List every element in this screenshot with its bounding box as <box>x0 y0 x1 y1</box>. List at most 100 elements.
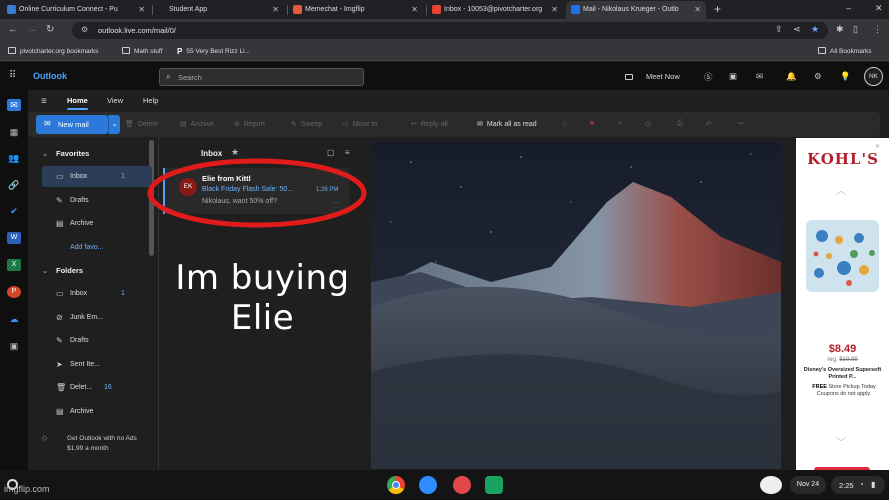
folder-item-drafts[interactable]: ✎ Drafts <box>42 190 152 211</box>
tab-close-icon[interactable]: ✕ <box>551 5 558 14</box>
new-mail-button[interactable]: ✉ New mail <box>36 115 108 134</box>
lightbulb-icon[interactable]: 💡 <box>840 71 851 82</box>
folder-item-deleted[interactable]: 🗑 Delet... 16 <box>42 377 152 398</box>
forward-icon[interactable]: → <box>27 24 37 35</box>
meet-now-button[interactable]: Meet Now <box>646 72 680 81</box>
hamburger-icon[interactable]: ≡ <box>41 96 47 107</box>
tab-view[interactable]: View <box>107 96 123 105</box>
teams-icon[interactable]: ▣ <box>729 71 737 82</box>
people-icon[interactable]: 👥 <box>7 152 21 164</box>
all-bookmarks[interactable]: All Bookmarks <box>818 47 872 55</box>
folder-item-junk[interactable]: ⊘ Junk Em... <box>42 307 152 328</box>
folder-item-sent[interactable]: ➤ Sent Ite... <box>42 354 152 375</box>
new-mail-dropdown-icon[interactable]: ⌄ <box>108 115 120 134</box>
more-apps-icon[interactable]: ▣ <box>7 340 21 352</box>
browser-tab-strip: Online Curriculum Connect - Pu ✕ Student… <box>0 0 889 19</box>
bell-icon[interactable]: 🔔 <box>786 71 797 82</box>
folder-item-drafts[interactable]: ✎ Drafts <box>42 330 152 351</box>
kohls-ad[interactable]: KOHL'S ✕ ︿ $8.49 reg. $19.99 Disney's Ov… <box>796 138 889 470</box>
browser-tab[interactable]: Inbox - 10053@pivotcharter.org ✕ <box>427 1 563 19</box>
skype-icon[interactable]: Ⓢ <box>704 71 713 83</box>
folder-item-archive[interactable]: ▤ Archive <box>42 401 152 422</box>
outlook-favicon-icon <box>571 5 580 14</box>
calendar-icon[interactable]: ▦ <box>7 126 21 138</box>
meet-now-icon[interactable] <box>625 74 633 80</box>
battery-icon: ▮ <box>871 480 876 489</box>
browser-tab-active[interactable]: Mail - Nikolaus Krueger - Outlo ✕ <box>566 1 706 19</box>
more-actions-icon[interactable]: ··· <box>737 120 744 127</box>
gear-icon[interactable]: ⚙ <box>814 71 822 82</box>
folder-item-archive[interactable]: ▤ Archive <box>42 213 152 234</box>
todo-icon[interactable]: ✔ <box>7 205 21 217</box>
sweep-button[interactable]: ✎ Sweep <box>291 120 322 128</box>
share-link-icon[interactable]: ⋖ <box>793 24 801 35</box>
delete-button[interactable]: 🗑 Delete <box>125 120 158 128</box>
browser-tab[interactable]: Student App ✕ <box>152 1 284 19</box>
folder-item-inbox[interactable]: ▭ Inbox 1 <box>42 283 152 304</box>
close-window-icon[interactable]: ✕ <box>875 3 883 14</box>
new-tab-icon[interactable]: + <box>714 2 721 16</box>
minimize-icon[interactable]: – <box>846 3 851 13</box>
app-launcher-icon[interactable]: ⠿ <box>9 70 16 81</box>
chevron-down-icon[interactable]: ﹀ <box>836 434 846 449</box>
favorites-header[interactable]: ⌄ Favorites <box>42 149 89 158</box>
tab-help[interactable]: Help <box>143 96 158 105</box>
powerpoint-icon[interactable]: P <box>7 286 21 298</box>
reload-icon[interactable]: ↻ <box>46 24 54 35</box>
ad-close-icon[interactable]: ✕ <box>875 143 880 150</box>
move-to-button[interactable]: ▭ Move to <box>342 120 378 128</box>
tab-close-icon[interactable]: ✕ <box>694 5 701 14</box>
flag-icon[interactable]: ⚑ <box>589 120 595 128</box>
status-area[interactable]: 2:25 ◔ ▮ <box>831 476 885 494</box>
outlook-brand[interactable]: Outlook <box>33 71 67 81</box>
tab-close-icon[interactable]: ✕ <box>272 5 279 14</box>
add-favorite-link[interactable]: Add favo... <box>42 237 152 258</box>
tray-avatar[interactable] <box>760 476 782 494</box>
undo-icon[interactable]: ↶ <box>706 120 712 128</box>
tab-home[interactable]: Home <box>67 96 88 110</box>
word-icon[interactable]: W <box>7 232 21 244</box>
archive-button[interactable]: ▤ Archive <box>180 120 214 128</box>
bookmark-folder[interactable]: pivotcharter.org bookmarks <box>8 47 98 55</box>
chevron-up-icon[interactable]: ︿ <box>836 182 846 197</box>
classroom-icon[interactable] <box>485 476 503 494</box>
onedrive-icon[interactable]: ☁ <box>7 313 21 325</box>
share-icon[interactable]: ⇪ <box>775 24 783 35</box>
extensions-icon[interactable]: ✱ <box>836 24 844 35</box>
bookmark-star-icon[interactable]: ★ <box>811 24 819 35</box>
folders-header[interactable]: ⌄ Folders <box>42 266 83 275</box>
chrome-menu-icon[interactable]: ⋮ <box>873 24 882 35</box>
report-button[interactable]: ⊘ Report <box>234 120 265 128</box>
snooze-icon[interactable]: ◷ <box>645 120 651 128</box>
chevron-down-icon: ⌄ <box>42 266 49 275</box>
address-bar[interactable]: ⚙ outlook.live.com/mail/0/ <box>72 22 828 39</box>
avatar[interactable]: NK <box>864 67 883 86</box>
print-icon[interactable]: ⎙ <box>677 120 683 128</box>
tab-close-icon[interactable]: ✕ <box>138 5 145 14</box>
folder-item-inbox[interactable]: ▭ Inbox 1 <box>42 166 152 187</box>
my-day-icon[interactable]: ✉ <box>756 71 763 82</box>
zoom-icon[interactable] <box>419 476 437 494</box>
bookmark-folder[interactable]: Math stuff <box>122 47 162 55</box>
date-indicator[interactable]: Nov 24 <box>790 476 826 494</box>
reply-all-button[interactable]: ↩ Reply all <box>411 120 448 128</box>
back-icon[interactable]: ← <box>8 24 18 35</box>
search-box[interactable]: ⌕ Search <box>159 68 364 86</box>
pin-icon[interactable]: ⌖ <box>618 120 622 128</box>
tag-icon[interactable]: ◇ <box>562 120 567 128</box>
browser-tab[interactable]: Memechat - Imgflip ✕ <box>288 1 423 19</box>
chrome-icon[interactable] <box>387 476 405 494</box>
browser-tab[interactable]: Online Curriculum Connect - Pu ✕ <box>2 1 150 19</box>
ad-free-promo[interactable]: Get Outlook with no Ads $1.99 a month <box>67 434 137 454</box>
mail-icon[interactable]: ✉ <box>7 99 21 111</box>
bookmark-link[interactable]: P 55 Very Best Rizz Li... <box>177 47 250 56</box>
paint-icon[interactable] <box>453 476 471 494</box>
excel-icon[interactable]: X <box>7 259 21 271</box>
pickup-label: Store Pickup Today <box>828 384 876 390</box>
tab-close-icon[interactable]: ✕ <box>411 5 418 14</box>
site-info-icon[interactable]: ⚙ <box>81 25 88 34</box>
attachment-icon[interactable]: 🔗 <box>7 179 21 191</box>
archive-icon: ▤ <box>180 121 187 128</box>
side-panel-icon[interactable]: ▯ <box>853 24 858 35</box>
mark-all-read-button[interactable]: ✉ Mark all as read <box>477 120 537 128</box>
